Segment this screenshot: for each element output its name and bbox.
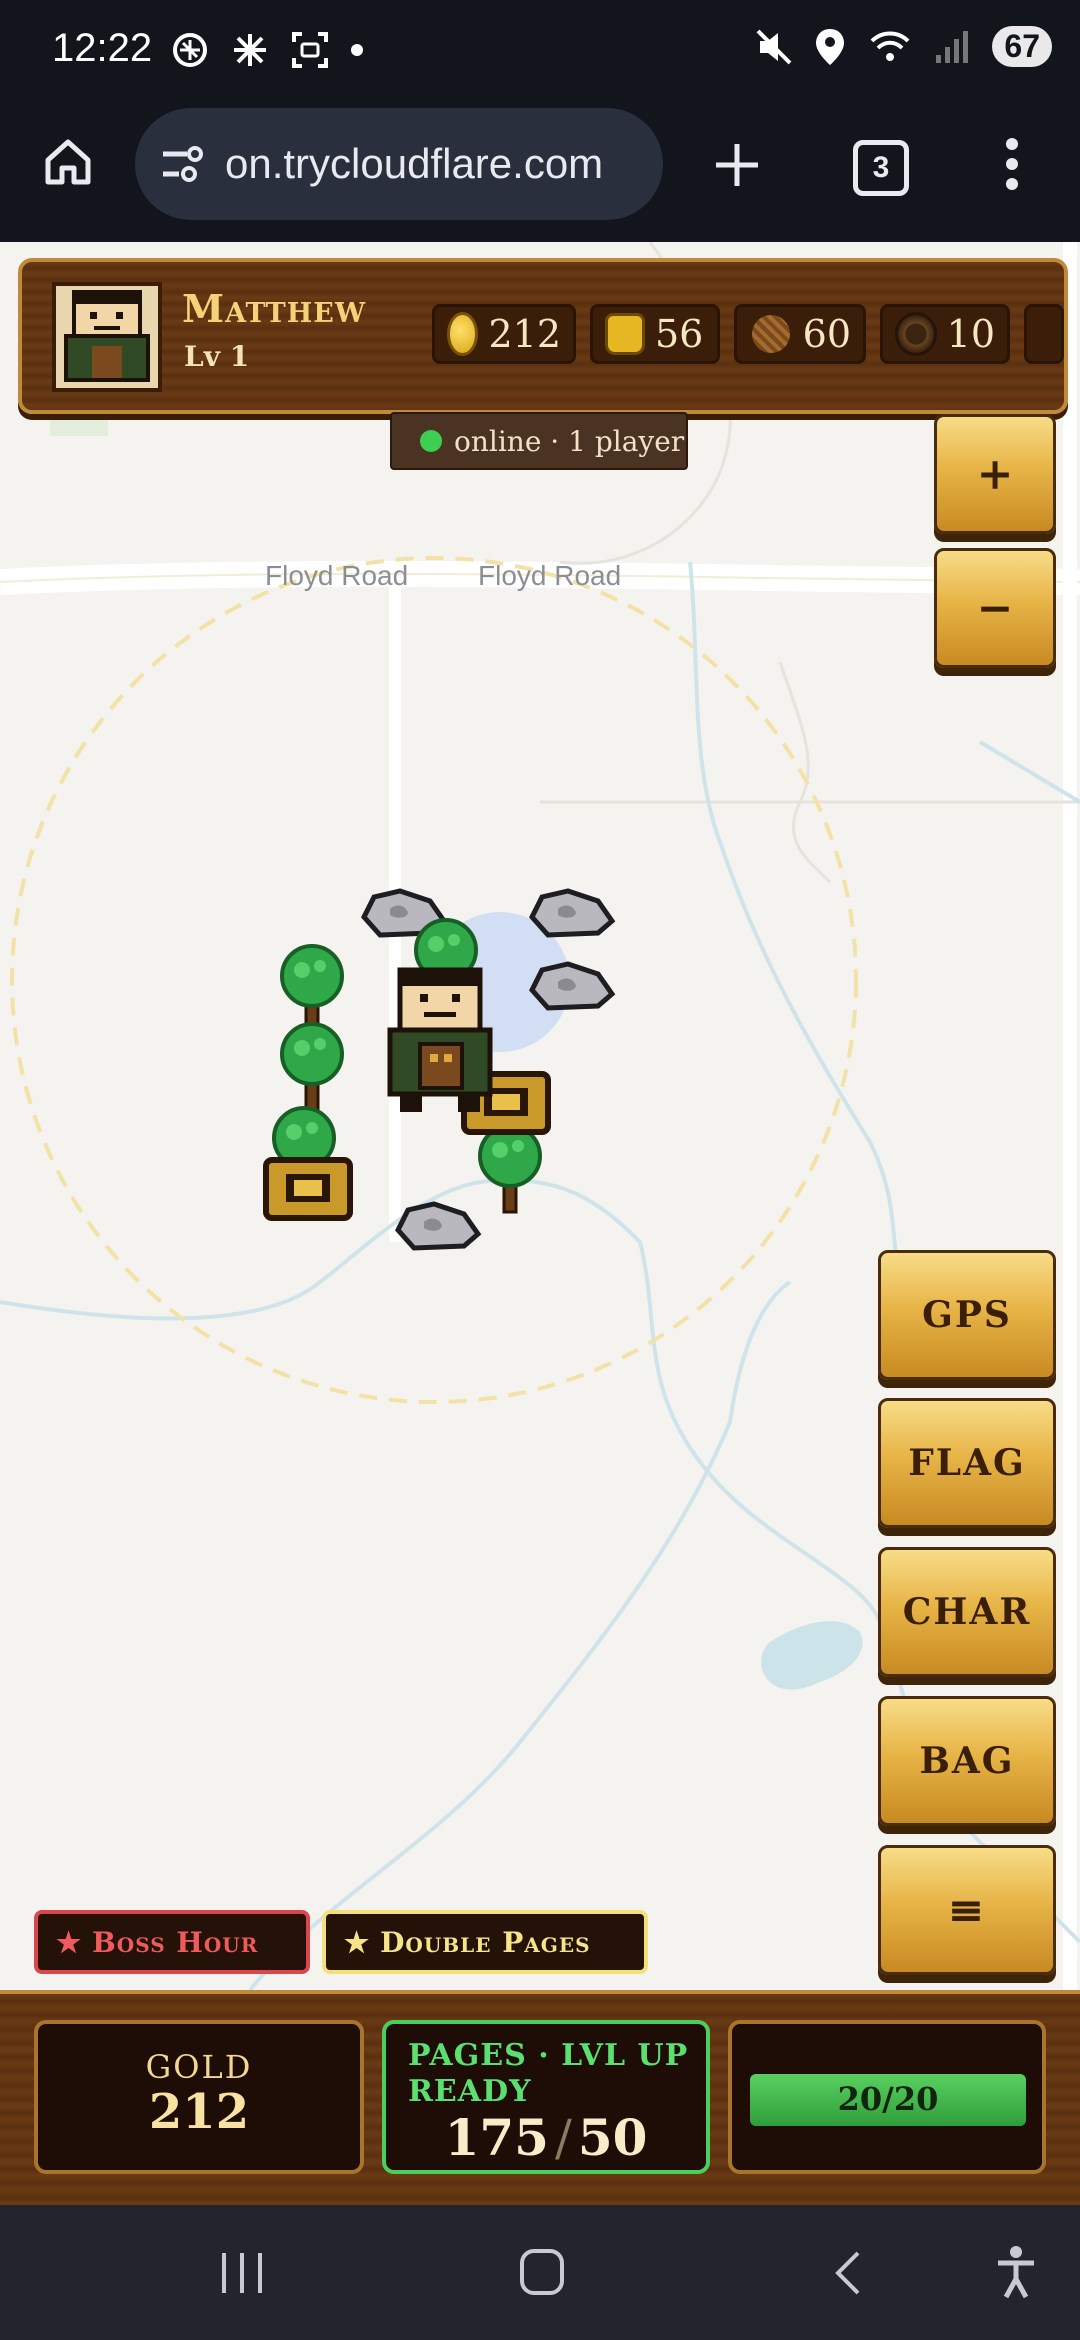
star-icon: ★ bbox=[344, 1925, 371, 1959]
character-button[interactable]: CHAR bbox=[878, 1547, 1056, 1677]
star-icon: ★ bbox=[56, 1925, 83, 1959]
status-bar: 12:22 67 bbox=[0, 0, 1080, 100]
pages-target: 50 bbox=[577, 2108, 648, 2167]
double-pages-badge[interactable]: ★ Double Pages bbox=[322, 1910, 648, 1974]
gold-counter: 212 bbox=[432, 304, 576, 364]
address-bar[interactable]: on.trycloudflare.com bbox=[135, 108, 663, 220]
player-level: Lv 1 bbox=[184, 340, 250, 373]
pages-current: 175 bbox=[444, 2108, 549, 2167]
online-text: online · 1 player bbox=[454, 424, 685, 458]
hp-bar: 20/20 bbox=[750, 2074, 1026, 2126]
wifi-icon bbox=[870, 31, 910, 61]
wood-counter: 60 bbox=[734, 304, 866, 364]
ore-icon bbox=[895, 312, 937, 356]
player-character[interactable] bbox=[387, 967, 493, 1112]
rock[interactable] bbox=[532, 964, 612, 1008]
screenshot-notification-icon bbox=[292, 32, 328, 68]
sparkle-notification-icon bbox=[234, 34, 266, 66]
gold-label: GOLD bbox=[145, 2048, 253, 2086]
url-text: on.trycloudflare.com bbox=[225, 140, 604, 187]
tab-switcher-button[interactable]: 3 bbox=[853, 140, 909, 196]
tree[interactable] bbox=[280, 944, 344, 1034]
signal-icon bbox=[936, 30, 969, 63]
bottom-stats-panel: GOLD 212 PAGES · LVL UP READY 175/50 20/… bbox=[0, 1990, 1080, 2209]
rock[interactable] bbox=[398, 1204, 478, 1248]
tree[interactable] bbox=[280, 1022, 344, 1112]
pages-bag-icon bbox=[605, 313, 645, 355]
rock[interactable] bbox=[532, 891, 612, 935]
player-avatar-icon bbox=[64, 290, 150, 382]
gold-value: 212 bbox=[148, 2084, 250, 2140]
pages-slash: / bbox=[554, 2109, 572, 2167]
battery-icon: 67 bbox=[992, 26, 1052, 67]
wood-icon bbox=[749, 312, 793, 356]
menu-button[interactable]: ≡ bbox=[878, 1845, 1056, 1975]
site-settings-icon[interactable] bbox=[159, 142, 207, 186]
online-dot-icon bbox=[420, 430, 442, 452]
back-icon[interactable] bbox=[830, 2249, 866, 2297]
gold-coin-icon bbox=[447, 312, 479, 356]
system-nav-bar bbox=[0, 2205, 1080, 2340]
pages-counter: 56 bbox=[590, 304, 720, 364]
location-icon bbox=[816, 28, 845, 65]
mute-icon bbox=[756, 29, 792, 64]
zoom-out-button[interactable]: − bbox=[934, 548, 1056, 668]
more-options-icon[interactable] bbox=[1000, 136, 1024, 192]
dot-icon bbox=[351, 44, 363, 56]
hp-text: 20/20 bbox=[837, 2080, 939, 2118]
boss-hour-label: Boss Hour bbox=[92, 1925, 259, 1959]
double-pages-label: Double Pages bbox=[380, 1925, 591, 1959]
player-name: Matthew bbox=[182, 286, 367, 331]
system-icons: 67 bbox=[756, 26, 1052, 67]
home-icon[interactable] bbox=[42, 136, 94, 188]
home-nav-icon[interactable] bbox=[518, 2247, 566, 2297]
zoom-in-button[interactable]: + bbox=[934, 414, 1056, 534]
player-header: Matthew Lv 1 212 56 60 10 bbox=[18, 258, 1068, 414]
wheel-notification-icon bbox=[173, 33, 207, 67]
pages-label: PAGES · LVL UP READY bbox=[408, 2038, 689, 2109]
browser-toolbar: on.trycloudflare.com 3 bbox=[0, 100, 1080, 242]
clock: 12:22 bbox=[52, 26, 153, 70]
pages-count: 175/50 bbox=[386, 2108, 706, 2167]
ore-counter: 10 bbox=[880, 304, 1010, 364]
flag-button[interactable]: FLAG bbox=[878, 1398, 1056, 1528]
bag-button[interactable]: BAG bbox=[878, 1696, 1056, 1826]
boss-hour-badge[interactable]: ★ Boss Hour bbox=[34, 1910, 310, 1974]
pages-stat[interactable]: PAGES · LVL UP READY 175/50 bbox=[382, 2020, 710, 2174]
notification-icons bbox=[170, 30, 364, 70]
tree[interactable] bbox=[478, 1124, 542, 1214]
resource-overflow bbox=[1024, 304, 1064, 364]
treasure-chest[interactable] bbox=[266, 1160, 350, 1218]
new-tab-icon[interactable] bbox=[712, 140, 762, 190]
gps-button[interactable]: GPS bbox=[878, 1250, 1056, 1380]
accessibility-icon[interactable] bbox=[994, 2245, 1038, 2299]
online-status: online · 1 player bbox=[390, 412, 688, 470]
gold-stat: GOLD 212 bbox=[34, 2020, 364, 2174]
hp-stat: 20/20 bbox=[728, 2020, 1046, 2174]
avatar[interactable] bbox=[52, 282, 162, 392]
recent-apps-icon[interactable] bbox=[218, 2249, 266, 2297]
